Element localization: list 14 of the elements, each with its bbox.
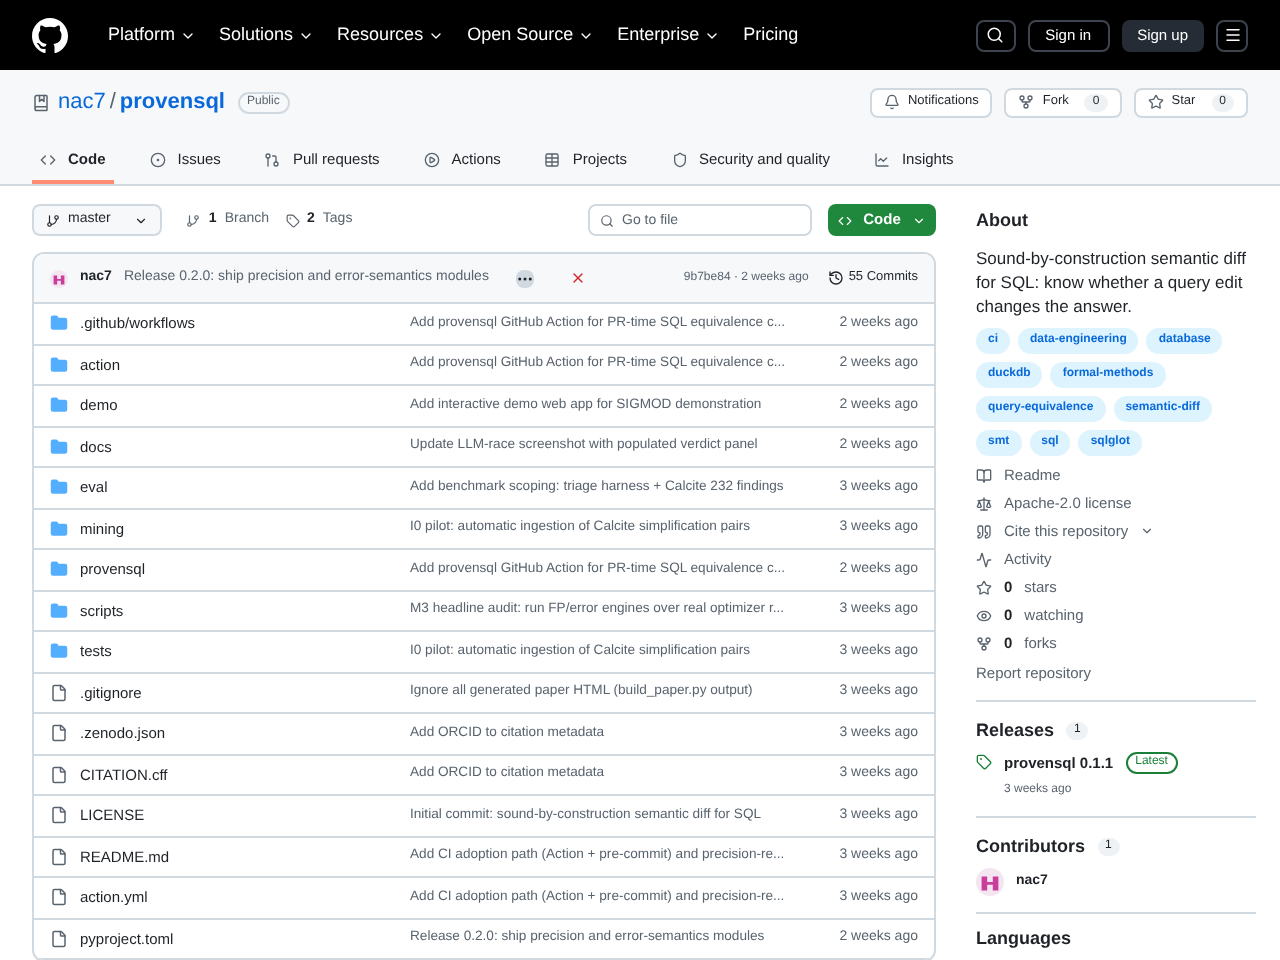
about-description: Sound-by-construction semantic diff for SQL: know whether a query edit changes the answer. [976,245,1248,317]
repo-link[interactable]: provensql [119,85,225,119]
contributors-heading: Contributors [976,833,1085,859]
nav-menu-item[interactable]: Platform [108,21,196,49]
releases-heading: Releases [976,717,1055,744]
path-separator: / [109,87,116,118]
languages-heading: Languages [976,926,1074,952]
about-heading: About [976,208,1030,234]
nav-menu-item[interactable]: Resources [337,21,444,49]
owner-link[interactable]: nac7 [58,85,106,119]
nav-menu-item[interactable]: Enterprise [617,21,720,49]
nav-menu-item[interactable]: Open Source [467,21,594,49]
nav-menu-item[interactable]: Solutions [219,21,314,49]
nav-menu-item[interactable]: Pricing [743,21,799,49]
